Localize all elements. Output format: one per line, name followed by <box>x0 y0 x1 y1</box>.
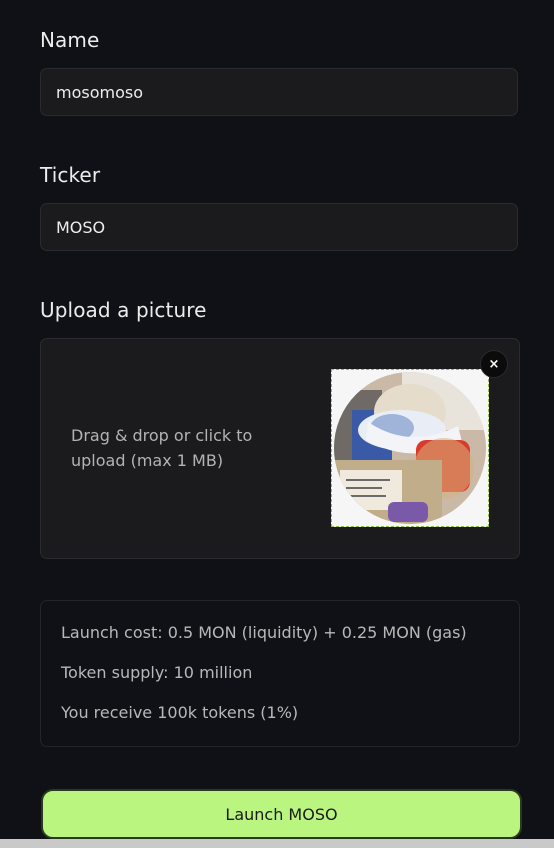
image-upload-dropzone[interactable]: Drag & drop or click to upload (max 1 MB… <box>40 338 520 559</box>
upload-hint: Drag & drop or click to upload (max 1 MB… <box>71 426 253 470</box>
remove-image-button[interactable]: × <box>480 350 508 378</box>
name-label: Name <box>40 28 100 52</box>
upload-label: Upload a picture <box>40 298 207 322</box>
bottom-scrollbar <box>0 839 554 848</box>
name-input[interactable] <box>40 68 518 116</box>
launch-cost-text: Launch cost: 0.5 MON (liquidity) + 0.25 … <box>61 623 467 642</box>
token-supply-text: Token supply: 10 million <box>61 663 253 682</box>
plush-photo-image <box>332 370 488 526</box>
launch-token-form: Name Ticker Upload a picture Drag & drop… <box>0 0 554 848</box>
ticker-label: Ticker <box>40 163 101 187</box>
receive-tokens-text: You receive 100k tokens (1%) <box>61 703 299 722</box>
ticker-input[interactable] <box>40 203 518 251</box>
launch-button[interactable]: Launch MOSO <box>41 789 522 839</box>
uploaded-image-preview <box>331 369 489 527</box>
launch-info-panel: Launch cost: 0.5 MON (liquidity) + 0.25 … <box>40 600 520 747</box>
